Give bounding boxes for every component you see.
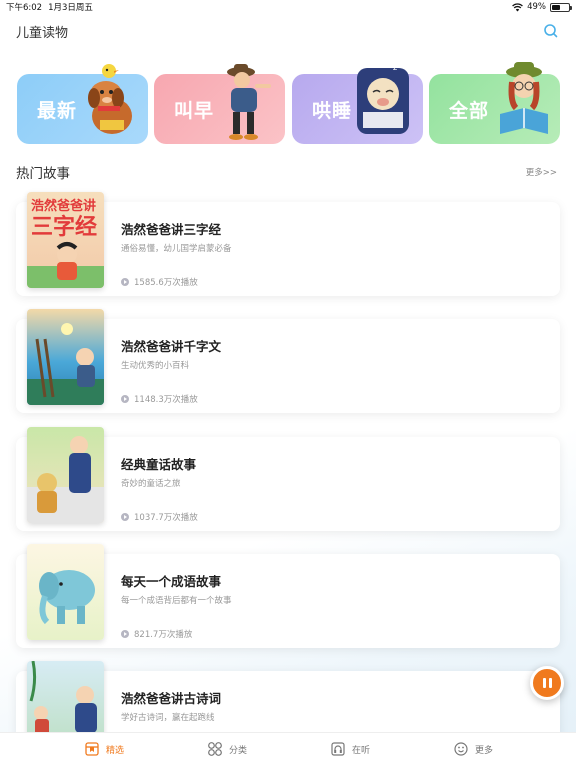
story-card[interactable]: 浩然爸爸讲千字文 生动优秀的小百科 1148.3万次播放 — [16, 309, 560, 413]
category-row: 最新 叫早 哄睡 z 全部 — [17, 56, 561, 144]
book-cover-icon — [27, 323, 104, 405]
svg-text:三字经: 三字经 — [31, 214, 97, 240]
story-cover-image — [27, 427, 104, 523]
story-title: 经典童话故事 — [121, 457, 197, 472]
story-description: 奇妙的童话之旅 — [121, 479, 181, 489]
story-card[interactable]: 经典童话故事 奇妙的童话之旅 1037.7万次播放 — [16, 427, 560, 531]
reading-girl-illustration-icon — [500, 62, 548, 134]
play-icon — [121, 395, 129, 403]
category-label: 哄睡 — [312, 100, 353, 122]
category-latest-card[interactable]: 最新 — [17, 64, 148, 144]
story-card[interactable]: 每天一个成语故事 每一个成语背后都有一个故事 821.7万次播放 — [16, 544, 560, 648]
sleeping-bear-illustration-icon: z — [357, 63, 409, 134]
tab-listening[interactable]: 在听 — [330, 741, 370, 757]
story-title: 每天一个成语故事 — [121, 574, 222, 589]
story-play-count: 1148.3万次播放 — [121, 393, 198, 405]
page-title: 儿童读物 — [16, 26, 69, 41]
story-card[interactable]: 浩然爸爸讲 三字经 浩然爸爸讲三字经 通俗易懂，幼儿国学启蒙必备 1585.6万… — [16, 192, 560, 296]
tab-more[interactable]: 更多 — [453, 741, 493, 757]
story-cover-image: 浩然爸爸讲 三字经 — [27, 192, 104, 288]
tab-label: 分类 — [229, 745, 248, 756]
book-cover-icon — [27, 436, 104, 523]
smile-icon — [454, 742, 468, 756]
wifi-icon — [512, 2, 523, 11]
search-icon[interactable] — [542, 22, 560, 40]
category-label: 最新 — [37, 100, 78, 122]
story-cover-image — [27, 309, 104, 405]
status-bar: 下午6:02 1月3日周五 49% — [0, 0, 576, 14]
play-count-text: 1037.7万次播放 — [134, 513, 198, 523]
story-cover-image — [27, 544, 104, 640]
category-all-card[interactable]: 全部 — [429, 62, 560, 144]
grid-icon — [208, 742, 222, 756]
story-title: 浩然爸爸讲三字经 — [121, 222, 222, 237]
tab-bar: 精选 分类 在听 更多 — [0, 732, 576, 768]
play-count-text: 821.7万次播放 — [134, 630, 193, 640]
play-count-text: 1148.3万次播放 — [134, 395, 198, 405]
category-label: 叫早 — [174, 100, 215, 122]
status-date: 1月3日周五 — [48, 3, 93, 13]
pause-icon — [548, 678, 552, 688]
story-cover-image — [27, 661, 104, 741]
tab-label: 在听 — [352, 745, 371, 756]
pause-icon — [542, 678, 546, 688]
play-count-text: 1585.6万次播放 — [134, 278, 198, 288]
category-sleep-card[interactable]: 哄睡 z — [292, 63, 423, 144]
story-title: 浩然爸爸讲千字文 — [121, 339, 222, 354]
story-play-count: 1585.6万次播放 — [121, 276, 198, 288]
story-description: 学好古诗词，赢在起跑线 — [121, 713, 215, 723]
story-title: 浩然爸爸讲古诗词 — [121, 691, 222, 706]
svg-text:z: z — [393, 63, 397, 72]
play-icon — [121, 513, 129, 521]
tab-category[interactable]: 分类 — [207, 741, 247, 757]
story-play-count: 1037.7万次播放 — [121, 511, 198, 523]
story-play-count: 821.7万次播放 — [121, 628, 192, 640]
battery-percent: 49% — [527, 2, 546, 12]
tab-label: 更多 — [475, 745, 494, 756]
category-wakeup-card[interactable]: 叫早 — [154, 64, 285, 144]
more-link[interactable]: 更多>> — [526, 166, 557, 178]
book-icon — [85, 742, 99, 756]
dog-illustration-icon — [88, 64, 132, 134]
book-cover-icon — [39, 570, 95, 625]
battery-icon — [550, 2, 572, 12]
pause-button[interactable] — [530, 666, 564, 700]
category-label: 全部 — [449, 100, 490, 122]
status-time: 下午6:02 — [6, 3, 43, 13]
tab-featured[interactable]: 精选 — [84, 741, 124, 757]
play-icon — [121, 630, 129, 638]
story-description: 通俗易懂，幼儿国学启蒙必备 — [121, 244, 232, 254]
story-description: 生动优秀的小百科 — [121, 361, 190, 371]
book-cover-icon — [29, 661, 97, 739]
headphone-book-icon — [331, 742, 345, 756]
story-description: 每一个成语背后都有一个故事 — [121, 596, 232, 606]
book-cover-icon: 浩然爸爸讲 三字经 — [27, 198, 104, 288]
play-icon — [121, 278, 129, 286]
hot-stories-title: 热门故事 — [16, 166, 70, 182]
svg-text:浩然爸爸讲: 浩然爸爸讲 — [31, 198, 96, 214]
story-card[interactable]: 浩然爸爸讲古诗词 学好古诗词，赢在起跑线 — [16, 661, 560, 741]
battery-fill — [552, 4, 560, 10]
rooster-man-illustration-icon — [227, 64, 271, 140]
tab-label: 精选 — [106, 745, 125, 756]
